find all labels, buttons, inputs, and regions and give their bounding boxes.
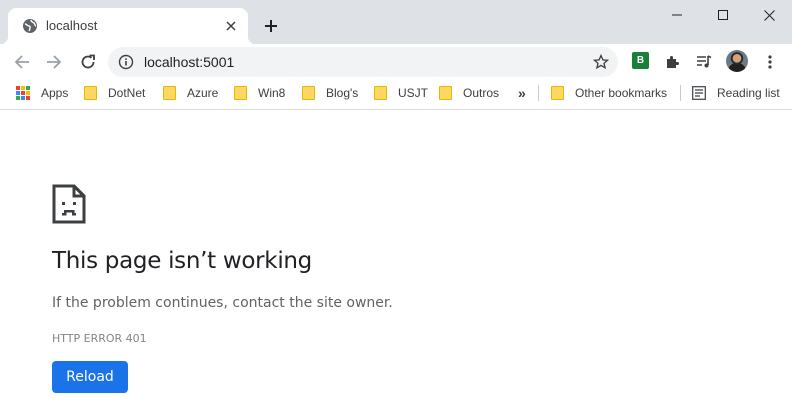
extension-b-icon[interactable]: B <box>632 52 649 69</box>
back-arrow-icon[interactable] <box>10 50 34 74</box>
bookmark-apps[interactable]: Apps <box>15 80 68 106</box>
bookmark-outros[interactable]: Outros <box>437 80 499 106</box>
folder-icon <box>300 85 316 101</box>
folder-icon <box>161 85 177 101</box>
tab-strip: localhost <box>0 0 792 44</box>
bookmark-label: DotNet <box>108 86 146 100</box>
error-message: If the problem continues, contact the si… <box>52 295 393 311</box>
bookmark-label: USJT <box>398 86 428 100</box>
bookmarks-overflow-button[interactable]: » <box>518 80 526 106</box>
bookmark-label: Other bookmarks <box>575 86 668 100</box>
bookmark-label: Win8 <box>258 86 286 100</box>
bookmarks-bar: Apps DotNet Azure Win8 Blog's USJT Outro… <box>0 80 792 110</box>
bookmark-usjt[interactable]: USJT <box>372 80 428 106</box>
media-queue-icon[interactable] <box>692 50 716 74</box>
bookmark-label: Azure <box>187 86 219 100</box>
puzzle-icon[interactable] <box>661 50 685 74</box>
bookmark-azure[interactable]: Azure <box>161 80 218 106</box>
bookmark-label: Blog's <box>326 86 359 100</box>
reading-list-label: Reading list <box>717 86 780 100</box>
sad-document-icon <box>52 184 86 224</box>
site-info-icon[interactable] <box>116 52 136 72</box>
close-icon[interactable] <box>746 0 792 30</box>
reload-button[interactable]: Reload <box>52 361 128 393</box>
reading-list-icon <box>691 85 707 101</box>
folder-icon <box>437 85 453 101</box>
avatar[interactable] <box>726 50 748 72</box>
page-title: This page isn’t working <box>52 248 312 274</box>
bookmark-label: Outros <box>463 86 500 100</box>
apps-grid-icon <box>15 85 31 101</box>
tab-close-icon[interactable] <box>222 17 240 35</box>
folder-icon <box>82 85 98 101</box>
bookmark-blogs[interactable]: Blog's <box>300 80 358 106</box>
folder-icon <box>232 85 248 101</box>
star-icon[interactable] <box>590 51 612 73</box>
bookmark-dotnet[interactable]: DotNet <box>82 80 145 106</box>
globe-icon <box>22 18 38 34</box>
kebab-menu-icon[interactable] <box>758 50 782 74</box>
address-bar[interactable]: localhost:5001 <box>108 47 618 77</box>
bookmarks-divider <box>538 85 539 101</box>
folder-icon <box>372 85 388 101</box>
forward-arrow-icon[interactable] <box>42 50 66 74</box>
minimize-icon[interactable] <box>654 0 700 30</box>
reload-icon[interactable] <box>76 50 100 74</box>
bookmark-other[interactable]: Other bookmarks <box>549 80 667 106</box>
error-code: HTTP ERROR 401 <box>52 332 147 345</box>
folder-icon <box>549 85 565 101</box>
tab-localhost[interactable]: localhost <box>0 8 256 44</box>
reading-list-button[interactable]: Reading list <box>691 80 780 106</box>
new-tab-icon[interactable] <box>259 14 283 38</box>
error-page: This page isn’t working If the problem c… <box>0 111 792 412</box>
bookmark-win8[interactable]: Win8 <box>232 80 285 106</box>
url-text: localhost:5001 <box>144 54 235 70</box>
bookmarks-divider <box>680 85 681 101</box>
maximize-icon[interactable] <box>700 0 746 30</box>
bookmark-label: Apps <box>41 86 69 100</box>
tab-title: localhost <box>46 18 98 33</box>
